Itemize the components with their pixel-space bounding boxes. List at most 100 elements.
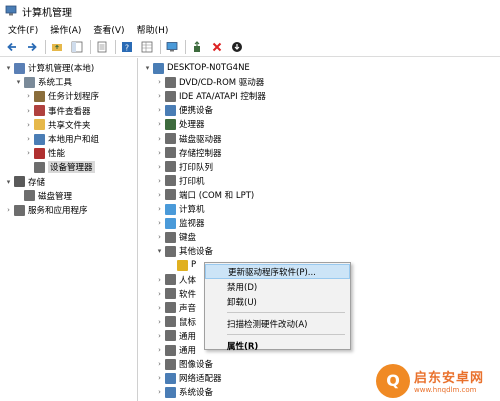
site-watermark: Q 启东安卓网 www.hnqdlm.com: [376, 360, 500, 401]
expand-arrow-icon[interactable]: ›: [4, 206, 13, 214]
device-tree-row[interactable]: › 打印机: [155, 174, 205, 188]
device-tree-row[interactable]: P: [167, 258, 196, 272]
console-tree-row[interactable]: ▾ 计算机管理(本地): [4, 61, 94, 75]
expand-arrow-icon[interactable]: ›: [24, 135, 33, 143]
expand-arrow-icon[interactable]: ›: [155, 205, 164, 213]
device-tree-row[interactable]: › 网络适配器: [155, 371, 222, 385]
expand-arrow-icon[interactable]: ›: [155, 304, 164, 312]
expand-arrow-icon[interactable]: ›: [155, 219, 164, 227]
disk-icon: [24, 190, 35, 202]
expand-arrow-icon[interactable]: ›: [155, 233, 164, 241]
device-tree-label: 声音: [179, 303, 197, 314]
console-tree-row[interactable]: ▾ 系统工具: [14, 75, 72, 89]
console-tree-row[interactable]: › 本地用户和组: [24, 132, 99, 146]
console-tree-row[interactable]: › 任务计划程序: [24, 89, 99, 103]
menu-help[interactable]: 帮助(H): [137, 23, 169, 36]
collapse-arrow-icon[interactable]: ▾: [14, 78, 23, 86]
expand-arrow-icon[interactable]: ›: [155, 360, 164, 368]
back-arrow-icon[interactable]: [5, 40, 19, 54]
expand-arrow-icon[interactable]: ›: [155, 135, 164, 143]
device-tree-row[interactable]: › DVD/CD-ROM 驱动器: [155, 75, 264, 89]
device-tree-row[interactable]: ▾ 其他设备: [155, 244, 213, 258]
properties-icon[interactable]: [95, 40, 109, 54]
device-context-menu: 更新驱动程序软件(P)... 禁用(D) 卸载(U) 扫描检测硬件改动(A) 属性(R): [204, 262, 351, 353]
update-driver-icon[interactable]: [190, 40, 204, 54]
context-menu-item[interactable]: 更新驱动程序软件(P)...: [205, 264, 350, 279]
device-tree-row[interactable]: › 处理器: [155, 117, 205, 131]
device-tree-row[interactable]: › 计算机: [155, 202, 205, 216]
menu-view[interactable]: 查看(V): [93, 23, 124, 36]
device-tree-row[interactable]: › 存储控制器: [155, 146, 222, 160]
device-tree-label: 处理器: [179, 120, 205, 131]
console-tree-row[interactable]: 设备管理器: [24, 160, 95, 174]
monitor-icon[interactable]: [165, 40, 179, 54]
expand-arrow-icon[interactable]: ›: [155, 177, 164, 185]
expand-arrow-icon[interactable]: ›: [155, 120, 164, 128]
forward-arrow-icon[interactable]: [25, 40, 39, 54]
grid-view-icon[interactable]: [140, 40, 154, 54]
context-menu-item[interactable]: 扫描检测硬件改动(A): [205, 316, 350, 331]
expand-arrow-icon[interactable]: ›: [155, 92, 164, 100]
device-tree-row[interactable]: › IDE ATA/ATAPI 控制器: [155, 89, 266, 103]
collapse-arrow-icon[interactable]: ▾: [155, 247, 164, 255]
expand-arrow-icon[interactable]: ›: [155, 106, 164, 114]
uninstall-x-icon[interactable]: [210, 40, 224, 54]
device-tree-row[interactable]: › 鼠标: [155, 315, 196, 329]
console-tree-row[interactable]: › 服务和应用程序: [4, 203, 88, 217]
mouse-icon: [165, 316, 176, 328]
expand-arrow-icon[interactable]: ›: [155, 149, 164, 157]
device-tree-row[interactable]: › 通用: [155, 343, 196, 357]
device-tree-row[interactable]: › 软件: [155, 287, 196, 301]
collapse-arrow-icon[interactable]: ▾: [143, 64, 152, 72]
expand-arrow-icon[interactable]: ›: [155, 388, 164, 396]
help-icon[interactable]: ?: [120, 40, 134, 54]
expand-arrow-icon[interactable]: ›: [155, 191, 164, 199]
console-tree-row[interactable]: 磁盘管理: [14, 189, 72, 203]
device-tree-row[interactable]: ▾ DESKTOP-N0TG4NE: [143, 61, 250, 75]
expand-arrow-icon[interactable]: ›: [24, 107, 33, 115]
context-menu-item[interactable]: 属性(R): [205, 338, 350, 353]
expand-arrow-icon[interactable]: ›: [155, 163, 164, 171]
expand-arrow-icon[interactable]: ›: [155, 374, 164, 382]
device-tree-row[interactable]: › 通用: [155, 329, 196, 343]
console-tree-row[interactable]: › 性能: [24, 146, 65, 160]
scan-download-icon[interactable]: [230, 40, 244, 54]
device-tree-row[interactable]: › 键盘: [155, 230, 196, 244]
console-tree-label: 磁盘管理: [38, 191, 73, 202]
expand-arrow-icon[interactable]: ›: [24, 121, 33, 129]
expand-arrow-icon[interactable]: ›: [155, 346, 164, 354]
collapse-arrow-icon[interactable]: ▾: [4, 64, 13, 72]
console-tree-row[interactable]: › 共享文件夹: [24, 118, 91, 132]
device-tree-label: P: [191, 260, 197, 271]
collapse-arrow-icon[interactable]: ▾: [4, 178, 13, 186]
expand-arrow-icon[interactable]: ›: [155, 78, 164, 86]
device-tree-label: DVD/CD-ROM 驱动器: [179, 78, 265, 89]
expand-arrow-icon[interactable]: ›: [24, 92, 33, 100]
device-tree-label: 网络适配器: [179, 374, 222, 385]
device-tree-row[interactable]: › 图像设备: [155, 357, 213, 371]
device-tree-row[interactable]: › 端口 (COM 和 LPT): [155, 188, 254, 202]
device-tree-row[interactable]: › 打印队列: [155, 160, 213, 174]
expand-arrow-icon[interactable]: ›: [155, 332, 164, 340]
device-tree-row[interactable]: › 人体: [155, 273, 196, 287]
menu-action[interactable]: 操作(A): [50, 23, 81, 36]
console-tree-label: 性能: [48, 149, 66, 160]
expand-arrow-icon[interactable]: ›: [155, 290, 164, 298]
up-folder-icon[interactable]: [50, 40, 64, 54]
console-tree-icon[interactable]: [70, 40, 84, 54]
expand-arrow-icon[interactable]: ›: [155, 276, 164, 284]
device-tree-row[interactable]: › 磁盘驱动器: [155, 132, 222, 146]
expand-arrow-icon[interactable]: ›: [24, 149, 33, 157]
device-tree-label: 图像设备: [179, 360, 214, 371]
device-tree-row[interactable]: › 监视器: [155, 216, 205, 230]
expand-arrow-icon[interactable]: ›: [155, 318, 164, 326]
console-tree-row[interactable]: › 事件查看器: [24, 104, 91, 118]
console-tree-row[interactable]: ▾ 存储: [4, 175, 45, 189]
device-tree-row[interactable]: › 便携设备: [155, 103, 213, 117]
context-menu-item[interactable]: 卸载(U): [205, 294, 350, 309]
console-tree-pane[interactable]: ▾ 计算机管理(本地) ▾ 系统工具 › 任务计划程序 › 事件查看器 › 共享文件夹 › 本地用户和…: [0, 58, 138, 401]
context-menu-item[interactable]: 禁用(D): [205, 279, 350, 294]
device-tree-row[interactable]: › 系统设备: [155, 385, 213, 399]
device-tree-row[interactable]: › 声音: [155, 301, 196, 315]
menu-file[interactable]: 文件(F): [8, 23, 38, 36]
